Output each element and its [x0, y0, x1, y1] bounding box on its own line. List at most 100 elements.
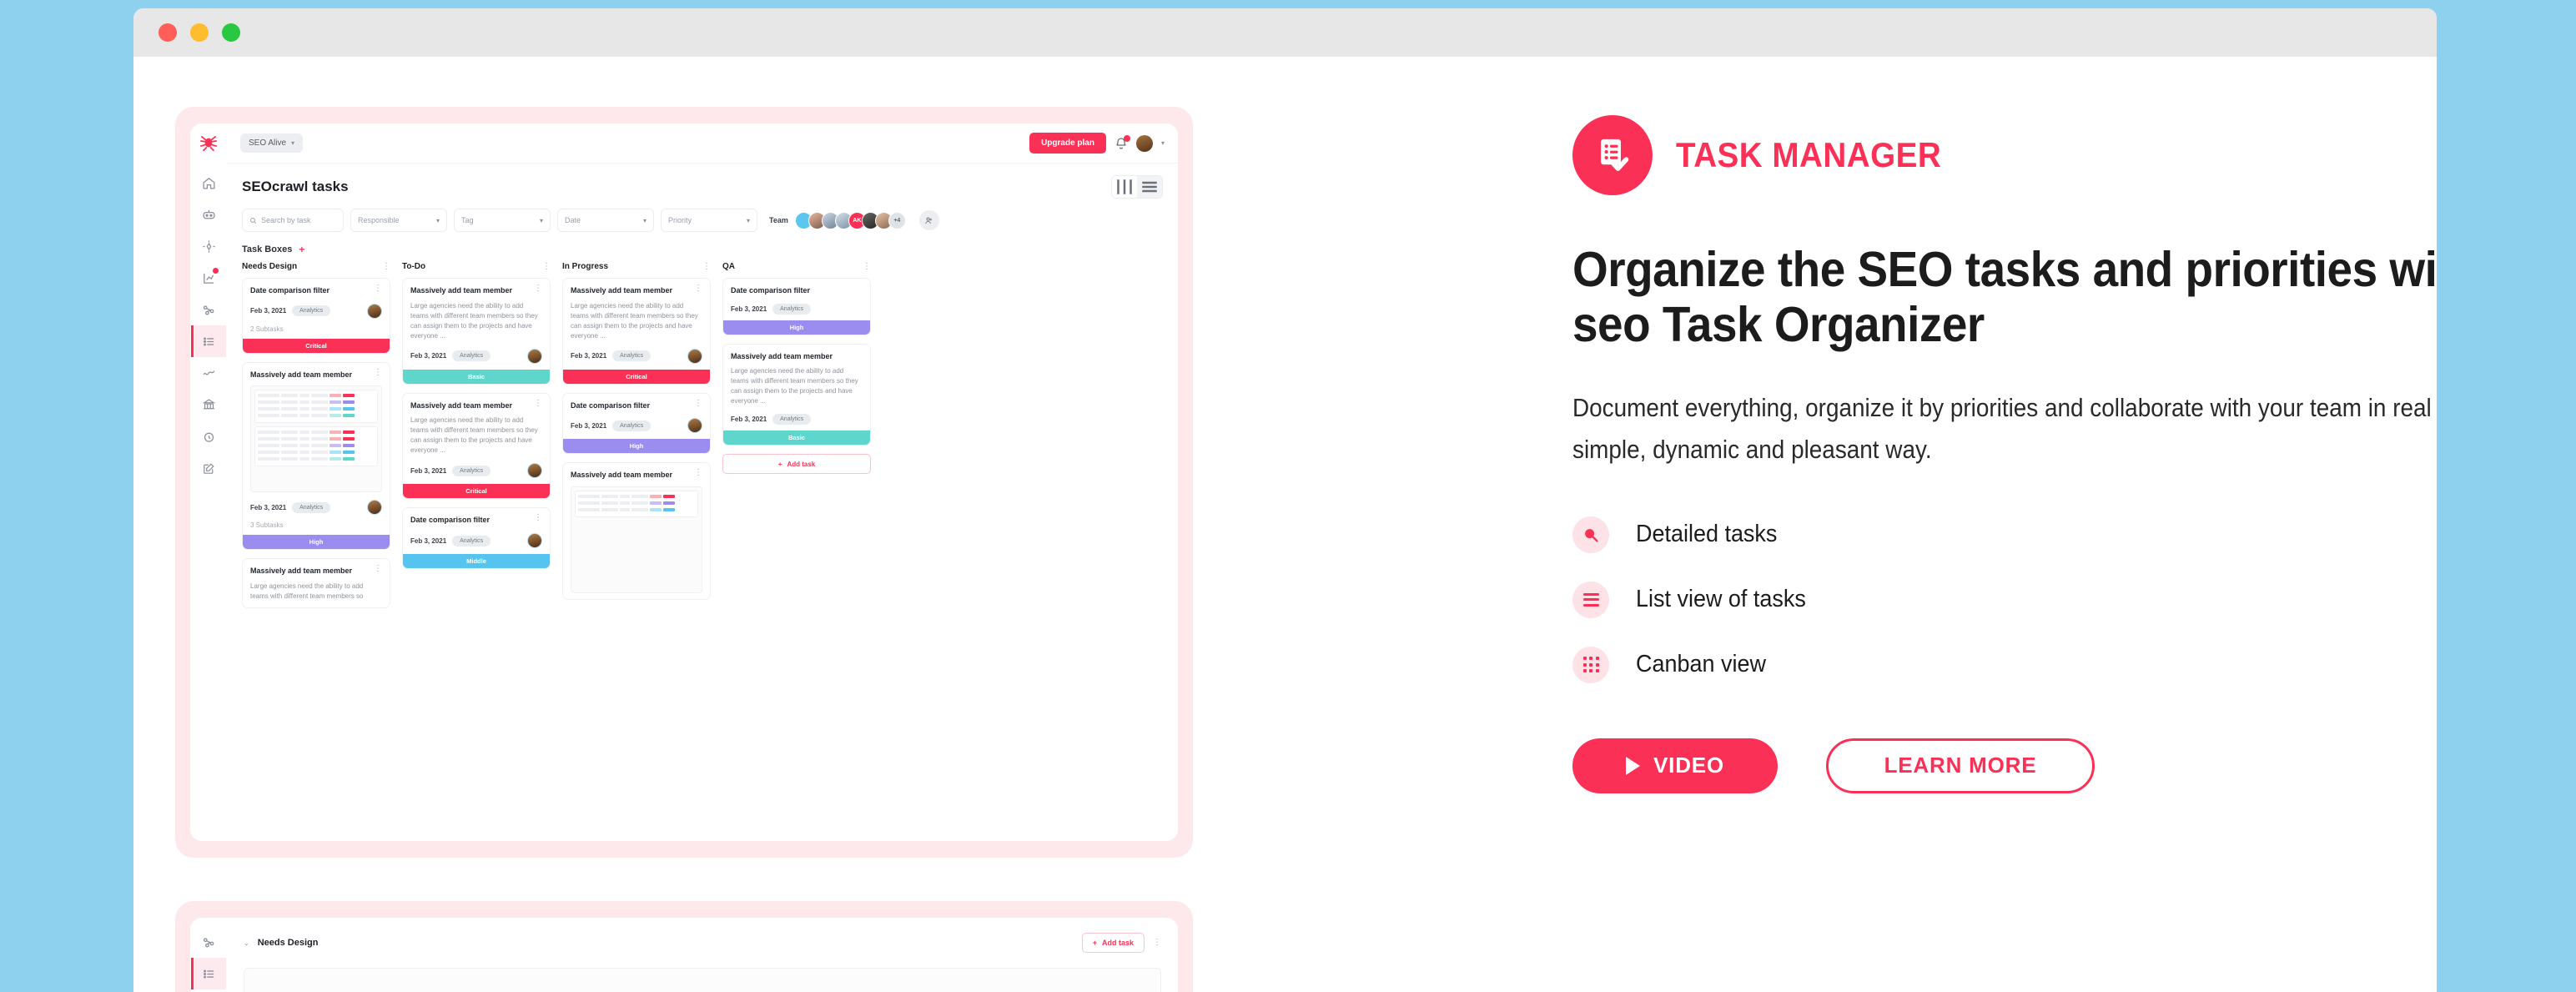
- sidebar-item-target[interactable]: [191, 230, 226, 262]
- plus-icon: +: [1092, 939, 1097, 947]
- column-menu-icon[interactable]: ⋮: [542, 262, 551, 270]
- add-taskbox-icon[interactable]: +: [299, 244, 304, 255]
- task-card[interactable]: Massively add team member ⋮ Large agenci…: [562, 278, 711, 385]
- column-menu-icon[interactable]: ⋮: [382, 262, 390, 270]
- app-sidebar-listview: [190, 918, 227, 992]
- add-task-button[interactable]: + Add task: [1081, 933, 1145, 953]
- sidebar-item-chart[interactable]: [191, 262, 226, 294]
- sidebar-item-home[interactable]: [191, 167, 226, 199]
- chevron-down-icon[interactable]: ⌄: [244, 939, 249, 947]
- card-avatar: [687, 348, 702, 364]
- card-description: Large agencies need the ability to add t…: [571, 301, 698, 340]
- workspace-selector[interactable]: SEO Alive ▾: [240, 133, 304, 153]
- close-window-button[interactable]: [158, 23, 177, 42]
- group-menu-icon[interactable]: ⋮: [1153, 939, 1161, 947]
- sidebar-item-clock[interactable]: [191, 420, 226, 452]
- sidebar-item-bank[interactable]: [191, 389, 226, 420]
- task-card[interactable]: Date comparison filter Feb 3, 2021 Analy…: [722, 278, 871, 335]
- task-card[interactable]: Massively add team member ⋮ Large agenci…: [242, 558, 390, 609]
- add-team-member-button[interactable]: [918, 210, 939, 230]
- card-description: Large agencies need the ability to add t…: [731, 367, 858, 405]
- search-icon: [1572, 516, 1609, 553]
- learn-more-button[interactable]: LEARN MORE: [1826, 738, 2095, 793]
- brand-name: TASK MANAGER: [1676, 135, 1942, 174]
- column-title: Needs Design: [242, 262, 298, 271]
- card-title: Date comparison filter: [731, 286, 811, 295]
- card-menu-icon[interactable]: ⋮: [534, 399, 542, 407]
- card-menu-icon[interactable]: ⋮: [694, 469, 702, 477]
- filter-responsible-label: Responsible: [358, 216, 400, 224]
- task-card[interactable]: Date comparison filter ⋮ Feb 3, 2021 Ana…: [562, 392, 711, 455]
- filter-date[interactable]: Date ▾: [557, 209, 654, 232]
- team-avatars[interactable]: AK +4: [794, 211, 906, 229]
- maximize-window-button[interactable]: [222, 23, 240, 42]
- sidebar-item-list[interactable]: [191, 958, 226, 989]
- task-card[interactable]: Date comparison filter ⋮ Feb 3, 2021 Ana…: [402, 507, 551, 570]
- filter-priority-label: Priority: [668, 216, 692, 224]
- card-date: Feb 3, 2021: [410, 536, 447, 545]
- column-menu-icon[interactable]: ⋮: [702, 262, 711, 270]
- search-input[interactable]: Search by task: [242, 209, 344, 232]
- task-card[interactable]: Massively add team member ⋮ Large agenci…: [402, 278, 551, 385]
- sidebar-item-trend[interactable]: [191, 357, 226, 389]
- card-menu-icon[interactable]: ⋮: [374, 285, 382, 293]
- notification-bell-icon[interactable]: [1114, 134, 1130, 150]
- card-tag: Analytics: [292, 305, 331, 317]
- upgrade-plan-button[interactable]: Upgrade plan: [1029, 133, 1106, 154]
- list-view-button[interactable]: [1137, 176, 1162, 198]
- list-item[interactable]: [244, 968, 1161, 992]
- sidebar-item-network[interactable]: [191, 294, 226, 325]
- card-title: Massively add team member: [250, 566, 353, 576]
- team-overflow-count[interactable]: +4: [888, 211, 906, 229]
- avatar-chevron-down-icon[interactable]: ▾: [1161, 139, 1165, 147]
- add-task-button[interactable]: + Add task: [722, 454, 871, 475]
- card-subtasks: 2 Subtasks: [250, 325, 284, 333]
- priority-badge: High: [243, 535, 390, 550]
- board-view-button[interactable]: [1112, 176, 1137, 198]
- video-button[interactable]: VIDEO: [1572, 738, 1778, 793]
- window-titlebar: [133, 8, 2437, 57]
- card-menu-icon[interactable]: ⋮: [694, 285, 702, 293]
- column-title: To-Do: [402, 262, 426, 271]
- column-menu-icon[interactable]: ⋮: [863, 262, 871, 270]
- sidebar-item-edit[interactable]: [191, 452, 226, 484]
- card-tag: Analytics: [452, 535, 491, 546]
- filter-responsible[interactable]: Responsible ▾: [350, 209, 447, 232]
- task-card[interactable]: Massively add team member ⋮: [242, 361, 390, 551]
- kanban-column: QA ⋮ Date comparison filter Feb 3, 2021 …: [722, 262, 871, 841]
- task-card[interactable]: Massively add team member Large agencies…: [722, 343, 871, 446]
- task-card[interactable]: Massively add team member ⋮: [562, 462, 711, 601]
- priority-badge: Middle: [403, 554, 550, 569]
- app-main-panel: SEO Alive ▾ Upgrade plan ▾ SEOcrawl task…: [227, 123, 1178, 841]
- card-menu-icon[interactable]: ⋮: [534, 285, 542, 293]
- sidebar-item-network[interactable]: [191, 926, 226, 958]
- add-task-label: Add task: [1101, 939, 1134, 947]
- task-card[interactable]: Date comparison filter ⋮ Feb 3, 2021 Ana…: [242, 278, 390, 354]
- task-card[interactable]: Massively add team member ⋮ Large agenci…: [402, 392, 551, 500]
- hero-subcopy: Document everything, organize it by prio…: [1572, 393, 2437, 465]
- feature-item-list-view: List view of tasks: [1572, 581, 2437, 618]
- checklist-clipboard-icon: [1572, 115, 1653, 195]
- feature-item-canban-view: Canban view: [1572, 646, 2437, 683]
- card-tag: Analytics: [772, 414, 812, 426]
- app-title-row: SEOcrawl tasks: [227, 164, 1178, 205]
- sidebar-item-robot[interactable]: [191, 199, 226, 230]
- card-tag: Analytics: [452, 350, 491, 362]
- card-menu-icon[interactable]: ⋮: [374, 565, 382, 573]
- card-avatar: [367, 303, 382, 319]
- card-description: Large agencies need the ability to add t…: [250, 582, 364, 601]
- sidebar-item-list[interactable]: [191, 325, 226, 357]
- card-subtasks: 3 Subtasks: [250, 521, 284, 530]
- user-avatar[interactable]: [1135, 134, 1153, 152]
- filter-priority[interactable]: Priority ▾: [661, 209, 757, 232]
- task-app: SEO Alive ▾ Upgrade plan ▾ SEOcrawl task…: [190, 123, 1178, 841]
- filter-tag[interactable]: Tag ▾: [454, 209, 551, 232]
- card-menu-icon[interactable]: ⋮: [534, 514, 542, 522]
- chart-notification-dot: [213, 268, 219, 274]
- minimize-window-button[interactable]: [190, 23, 209, 42]
- card-title: Date comparison filter: [571, 400, 651, 410]
- card-menu-icon[interactable]: ⋮: [374, 368, 382, 376]
- card-menu-icon[interactable]: ⋮: [694, 399, 702, 407]
- card-tag: Analytics: [612, 350, 652, 362]
- feature-label: List view of tasks: [1636, 586, 1806, 613]
